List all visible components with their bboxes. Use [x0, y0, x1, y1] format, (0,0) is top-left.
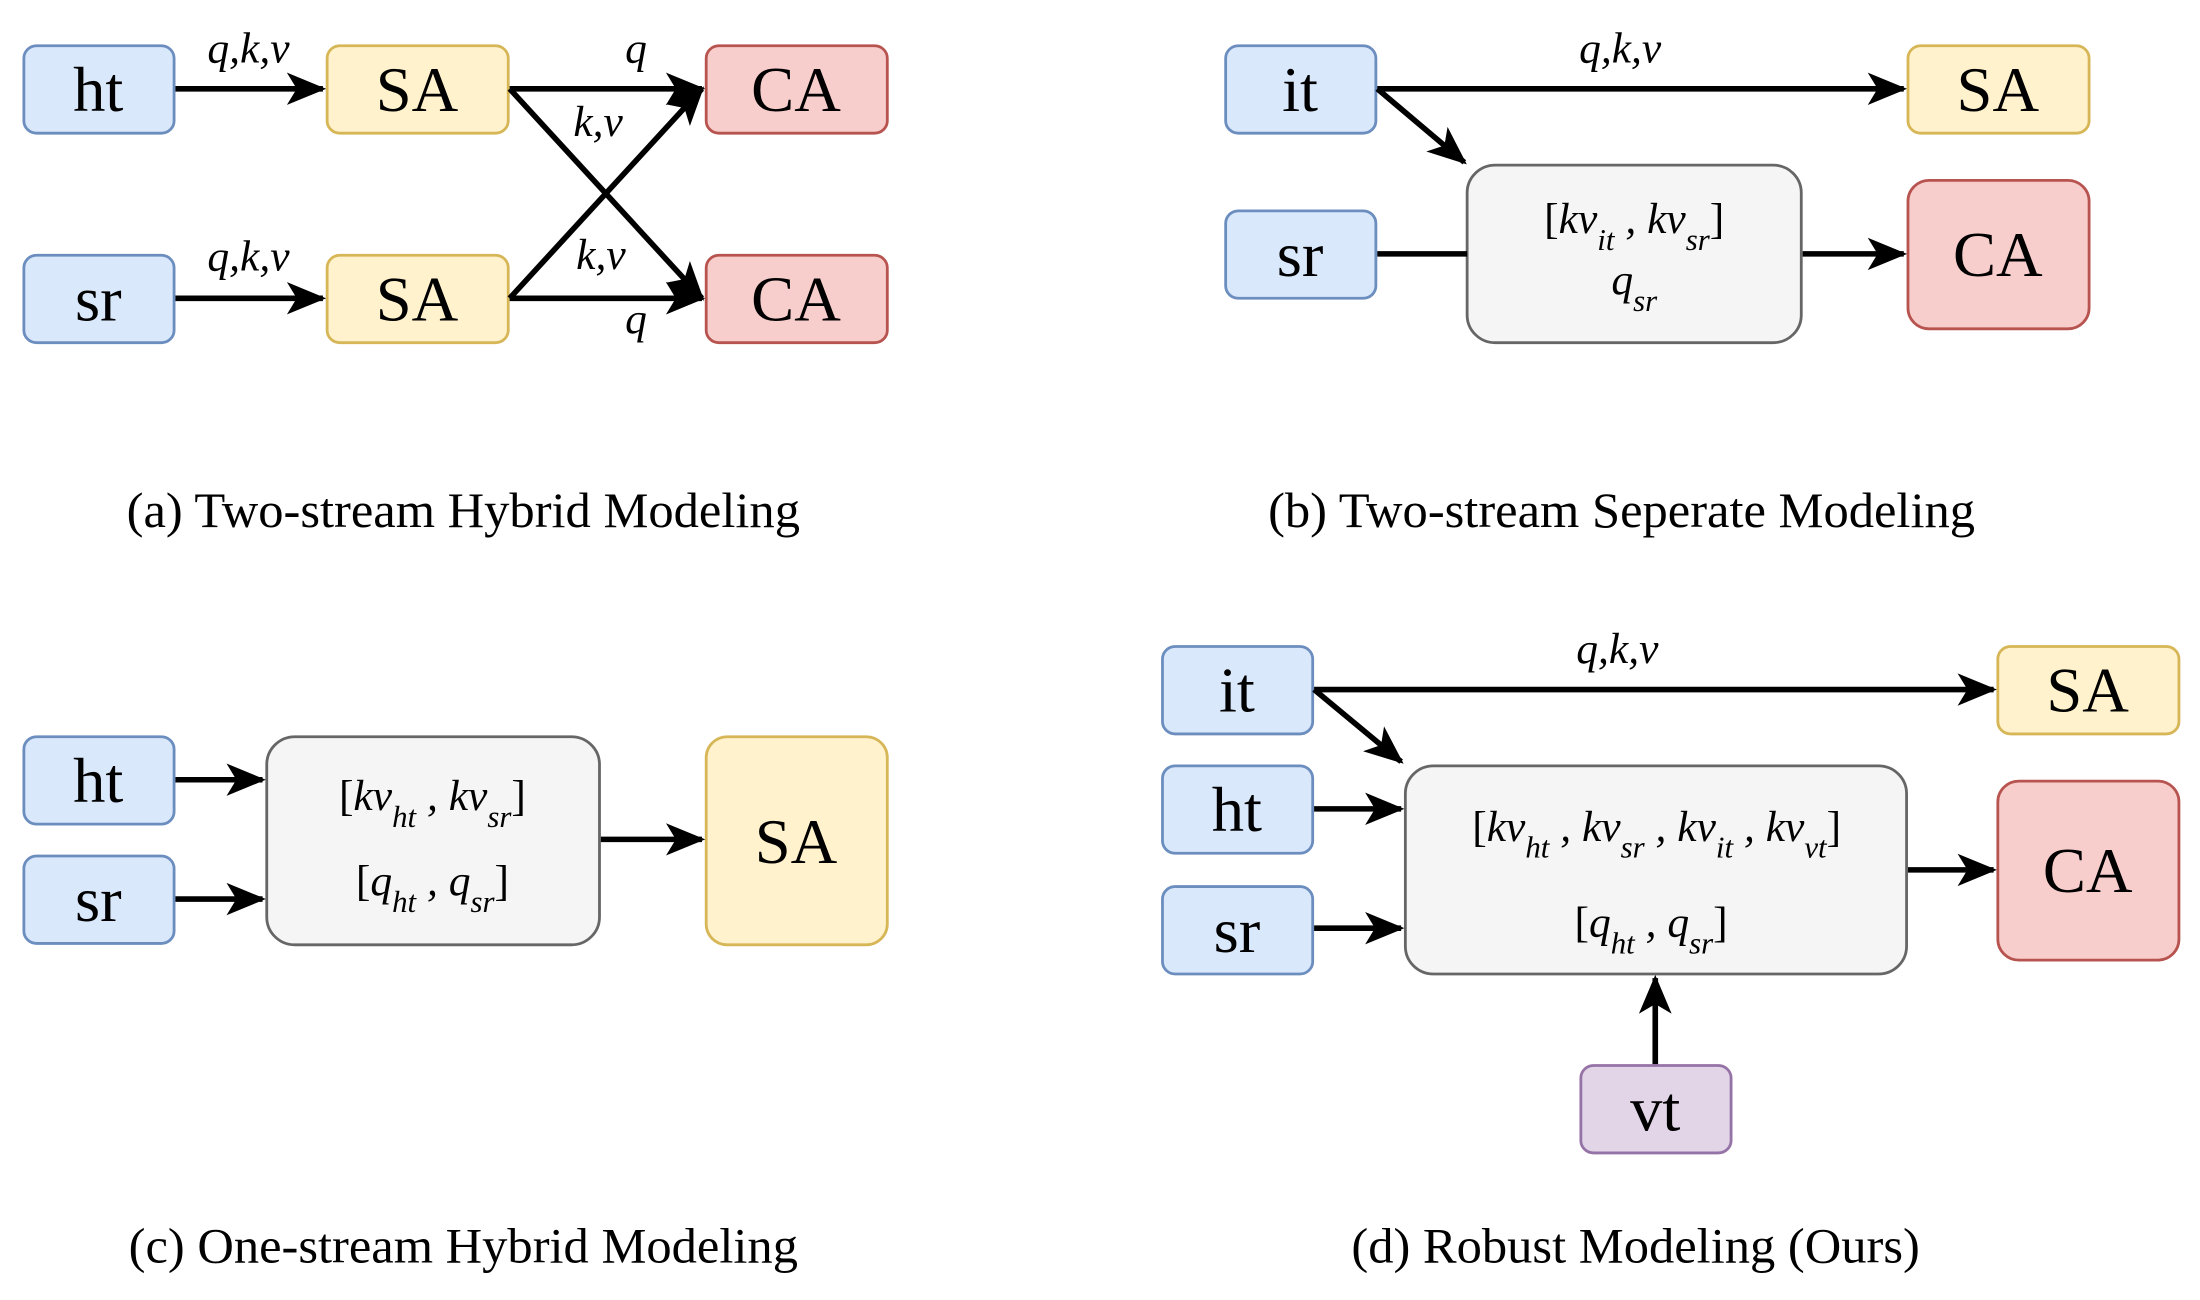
- panel-b: it sr [kvit , kvsr] qsr SA CA q,k,v (b) …: [1224, 25, 2091, 538]
- mix-kv-sub-it: it: [1716, 831, 1735, 865]
- node-vt-label: vt: [1630, 1074, 1680, 1145]
- mix-q-sub-sr: sr: [1689, 927, 1714, 961]
- mix-kv-close: ]: [1710, 195, 1724, 243]
- mix-q-sep: , q: [1635, 899, 1689, 947]
- node-sa-label: SA: [2046, 655, 2129, 726]
- mix-kv-sep3: , kv: [1733, 803, 1805, 851]
- mix-q-sub-sr: sr: [1633, 284, 1658, 318]
- node-ht-label: ht: [73, 745, 123, 816]
- node-ht-label: ht: [73, 54, 123, 125]
- node-ca-top-label: CA: [751, 54, 841, 125]
- mix-kv-sep1: , kv: [1549, 803, 1621, 851]
- node-sr-label: sr: [75, 264, 122, 335]
- node-ca-bottom-label: CA: [751, 264, 841, 335]
- node-sr-label: sr: [1214, 895, 1261, 966]
- mix-q-sep: , q: [416, 857, 470, 905]
- label-qkv-top: q,k,v: [207, 25, 290, 73]
- mix-kv-sub-ht: ht: [1525, 831, 1550, 865]
- node-sr-label: sr: [75, 865, 122, 936]
- mix-kv-sub-sr: sr: [1686, 223, 1711, 257]
- diagram-canvas: ht sr SA SA CA CA q,k,v q,k,v q k,v k,v …: [22, 25, 2181, 1274]
- node-it-label: it: [1219, 655, 1255, 726]
- mix-q-open: q: [1589, 899, 1611, 947]
- node-sa-label: SA: [755, 806, 838, 877]
- node-sa-bottom-label: SA: [376, 264, 459, 335]
- mix-q-open: q: [370, 857, 392, 905]
- node-sa-top-label: SA: [376, 54, 459, 125]
- mix-kv-close: ]: [511, 772, 525, 820]
- label-kv-bottom: k,v: [576, 231, 626, 279]
- mix-kv-sub-it: it: [1597, 223, 1616, 257]
- node-ht-label: ht: [1212, 774, 1262, 845]
- label-qkv: q,k,v: [1576, 625, 1659, 673]
- label-kv-top: k,v: [573, 98, 623, 146]
- mix-q-close: ]: [495, 857, 509, 905]
- mix-q: q: [1611, 256, 1633, 304]
- caption-a: (a) Two-stream Hybrid Modeling: [127, 482, 800, 538]
- mix-kv-close: ]: [1827, 803, 1841, 851]
- mix-kv-sep: , kv: [416, 772, 488, 820]
- mix-kv-sub-ht: ht: [392, 800, 417, 834]
- label-q-top: q: [625, 25, 647, 73]
- mix-kv-sep2: , kv: [1645, 803, 1717, 851]
- caption-b: (b) Two-stream Seperate Modeling: [1268, 482, 1975, 538]
- mix-kv-open: kv: [353, 772, 392, 820]
- mix-q-sub-sr: sr: [470, 885, 495, 919]
- node-sa-label: SA: [1957, 54, 2040, 125]
- mix-kv-open: kv: [1487, 803, 1526, 851]
- label-q-bottom: q: [625, 295, 647, 343]
- node-it-label: it: [1282, 54, 1318, 125]
- label-qkv: q,k,v: [1579, 25, 1662, 73]
- mix-q-sub-ht: ht: [392, 885, 417, 919]
- mix-kv-sep: , kv: [1614, 195, 1686, 243]
- node-ca-label: CA: [1953, 219, 2043, 290]
- edge-it-mix: [1312, 687, 1404, 764]
- caption-d: (d) Robust Modeling (Ours): [1351, 1218, 1919, 1274]
- edge-it-mix: [1375, 86, 1467, 165]
- panel-d: it ht sr [kvht , kvsr , kvit , kvvt] [qh…: [1161, 625, 2181, 1274]
- mix-q-close: ]: [1713, 899, 1727, 947]
- mix-q-sub-ht: ht: [1611, 927, 1636, 961]
- node-ca-label: CA: [2043, 835, 2133, 906]
- node-sr-label: sr: [1277, 219, 1324, 290]
- mix-kv-sub-sr: sr: [1621, 831, 1646, 865]
- panel-a: ht sr SA SA CA CA q,k,v q,k,v q k,v k,v …: [22, 25, 889, 538]
- node-mix: [265, 735, 601, 947]
- panel-c: ht sr [kvht , kvsr] [qht , qsr] SA (c) O…: [22, 735, 889, 1274]
- mix-kv-open: kv: [1559, 195, 1598, 243]
- mix-kv-sub-sr: sr: [487, 800, 512, 834]
- mix-kv-sub-vt: vt: [1804, 831, 1828, 865]
- label-qkv-bottom: q,k,v: [207, 233, 290, 281]
- caption-c: (c) One-stream Hybrid Modeling: [129, 1218, 798, 1274]
